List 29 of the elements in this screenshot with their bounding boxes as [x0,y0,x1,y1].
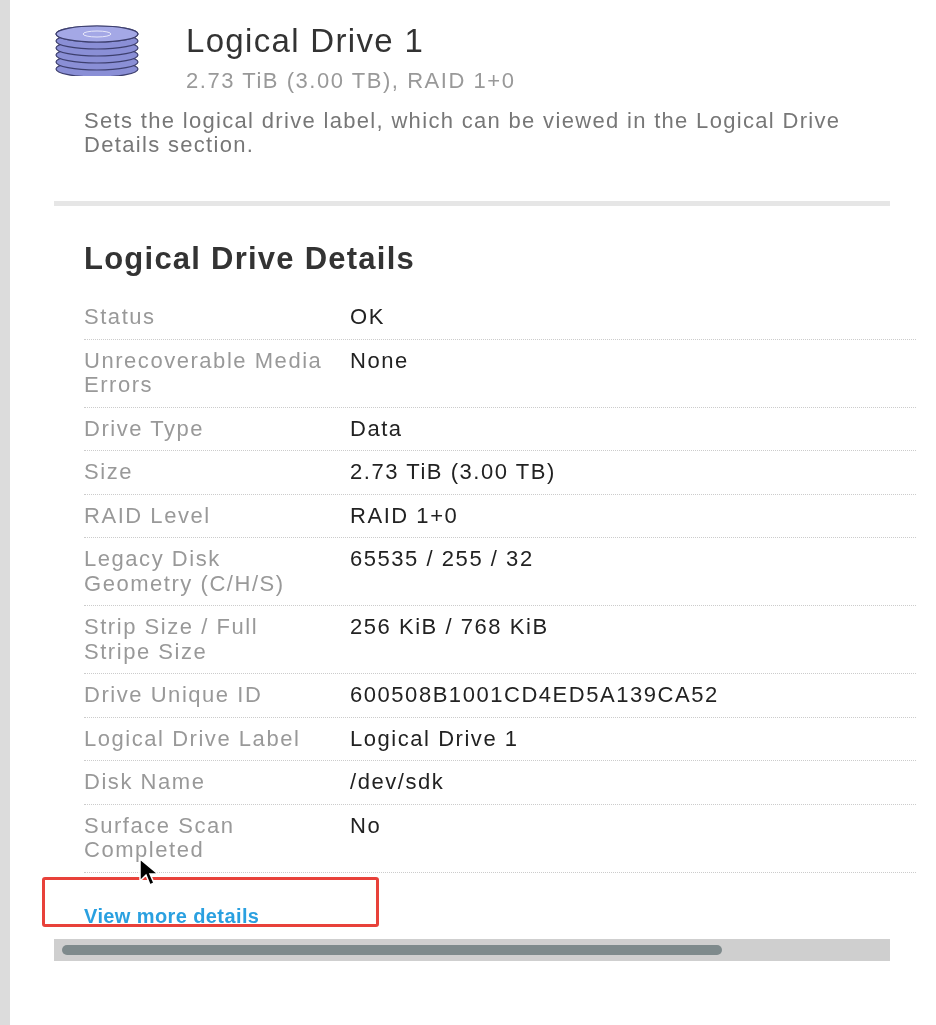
view-more-details-link[interactable]: View more details [84,904,260,927]
detail-value: RAID 1+0 [350,503,459,528]
detail-label: Legacy Disk Geometry (C/H/S) [84,547,286,596]
details-heading: Logical Drive Details [83,239,416,278]
detail-value: 600508B1001CD4ED5A139CA52 [350,683,719,708]
detail-label: Drive Type [84,416,206,441]
drive-description: Sets the logical drive label, which can be viewed in the Logical Drive Details section. [83,108,842,157]
detail-value: Data [350,416,403,441]
disk-stack-icon [54,24,140,76]
detail-value: OK [350,305,385,330]
detail-value: Logical Drive 1 [350,726,519,751]
detail-label: Status [84,305,157,330]
detail-label: Unrecoverable Media Errors [84,348,324,398]
drive-subtitle: 2.73 TiB (3.00 TB), RAID 1+0 [186,66,516,95]
detail-label: Surface Scan Completed [84,813,236,863]
detail-label: Size [84,460,134,485]
detail-value: None [350,348,409,375]
detail-label: Drive Unique ID [84,683,264,708]
detail-label: Strip Size / Full Stripe Size [84,615,260,664]
detail-value: 2.73 TiB (3.00 TB) [350,460,556,485]
detail-value: No [350,813,382,840]
scrollbar-thumb[interactable] [62,944,722,955]
detail-label: RAID Level [84,503,212,528]
detail-value: 256 KiB / 768 KiB [350,615,549,641]
detail-value: 65535 / 255 / 32 [350,547,534,573]
detail-value: /dev/sdk [350,770,445,795]
drive-title: Logical Drive 1 [186,21,426,61]
detail-label: Disk Name [84,770,207,795]
detail-label: Logical Drive Label [84,726,302,751]
